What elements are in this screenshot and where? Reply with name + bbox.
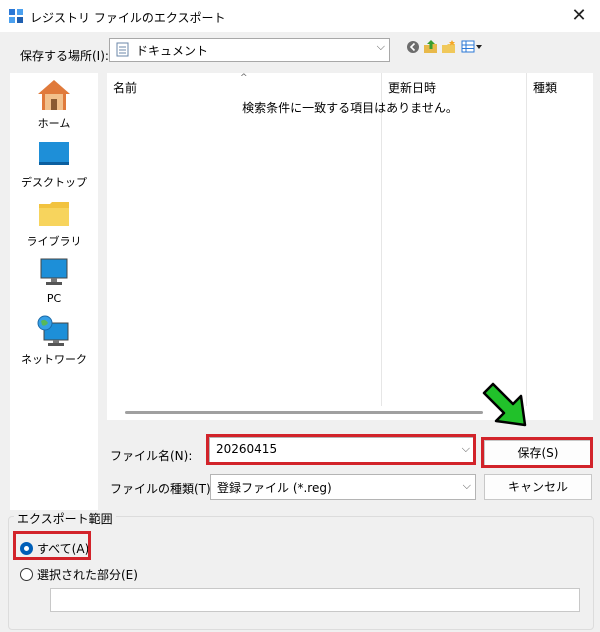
file-list[interactable]: ^ 名前 更新日時 種類 検索条件に一致する項目はありません。 [107, 73, 593, 406]
place-home[interactable]: ホーム [10, 78, 98, 134]
radio-selected-branch[interactable]: 選択された部分(E) [20, 566, 140, 584]
place-libraries-label: ライブラリ [26, 235, 82, 248]
filename-label: ファイル名(N): [110, 449, 193, 463]
empty-list-message: 検索条件に一致する項目はありません。 [242, 101, 458, 115]
close-button[interactable]: ✕ [566, 4, 592, 28]
chevron-down-icon: ⌵ [462, 479, 471, 492]
export-range-title: エクスポート範囲 [14, 510, 116, 527]
network-icon [37, 315, 69, 346]
close-icon: ✕ [571, 5, 587, 26]
filetype-value: 登録ファイル (*.reg) [217, 481, 332, 495]
places-bar: ホーム デスクトップ ライブラリ PC ネットワーク [10, 73, 98, 510]
column-divider [526, 73, 527, 406]
filetype-dropdown[interactable]: 登録ファイル (*.reg) ⌵ [210, 474, 476, 500]
place-desktop-label: デスクトップ [21, 176, 87, 189]
place-home-label: ホーム [37, 117, 71, 130]
place-libraries[interactable]: ライブラリ [10, 196, 98, 252]
all-highlight-frame [13, 531, 91, 560]
filename-highlight-frame [206, 434, 476, 465]
pc-icon [40, 258, 68, 285]
new-folder-icon[interactable] [441, 39, 457, 55]
filetype-label: ファイルの種類(T): [110, 482, 215, 496]
library-icon [39, 202, 69, 226]
place-network[interactable]: ネットワーク [10, 314, 98, 370]
column-header-name[interactable]: 名前 [113, 79, 137, 96]
back-icon[interactable] [405, 39, 421, 55]
chevron-down-icon: ⌵ [376, 40, 385, 53]
scrollbar-thumb[interactable] [125, 411, 483, 414]
column-header-modified[interactable]: 更新日時 [388, 79, 436, 96]
view-menu-icon[interactable] [461, 39, 483, 55]
save-highlight-frame [481, 437, 593, 468]
selected-branch-input[interactable] [50, 588, 580, 612]
save-in-dropdown[interactable]: ドキュメント ⌵ [109, 38, 390, 62]
place-pc-label: PC [46, 292, 62, 305]
window-title: レジストリ ファイルのエクスポート [30, 11, 226, 25]
cancel-button[interactable]: キャンセル [484, 474, 592, 500]
home-icon [38, 80, 70, 110]
column-divider [381, 73, 382, 406]
desktop-icon [39, 142, 69, 165]
save-in-label: 保存する場所(I): [20, 49, 109, 63]
place-network-label: ネットワーク [21, 353, 87, 366]
save-in-value: ドキュメント [136, 44, 209, 58]
documents-folder-icon [116, 42, 129, 57]
up-folder-icon[interactable] [423, 39, 439, 55]
radio-selected-branch-indicator[interactable] [20, 568, 33, 581]
title-bar: レジストリ ファイルのエクスポート ✕ [0, 0, 600, 32]
place-desktop[interactable]: デスクトップ [10, 137, 98, 193]
column-header-type[interactable]: 種類 [533, 79, 557, 96]
registry-editor-icon [9, 9, 23, 23]
sort-ascending-icon: ^ [240, 73, 248, 83]
arrow-annotation-icon [482, 382, 527, 427]
radio-selected-branch-label: 選択された部分(E) [37, 568, 138, 582]
place-pc[interactable]: PC [10, 255, 98, 311]
